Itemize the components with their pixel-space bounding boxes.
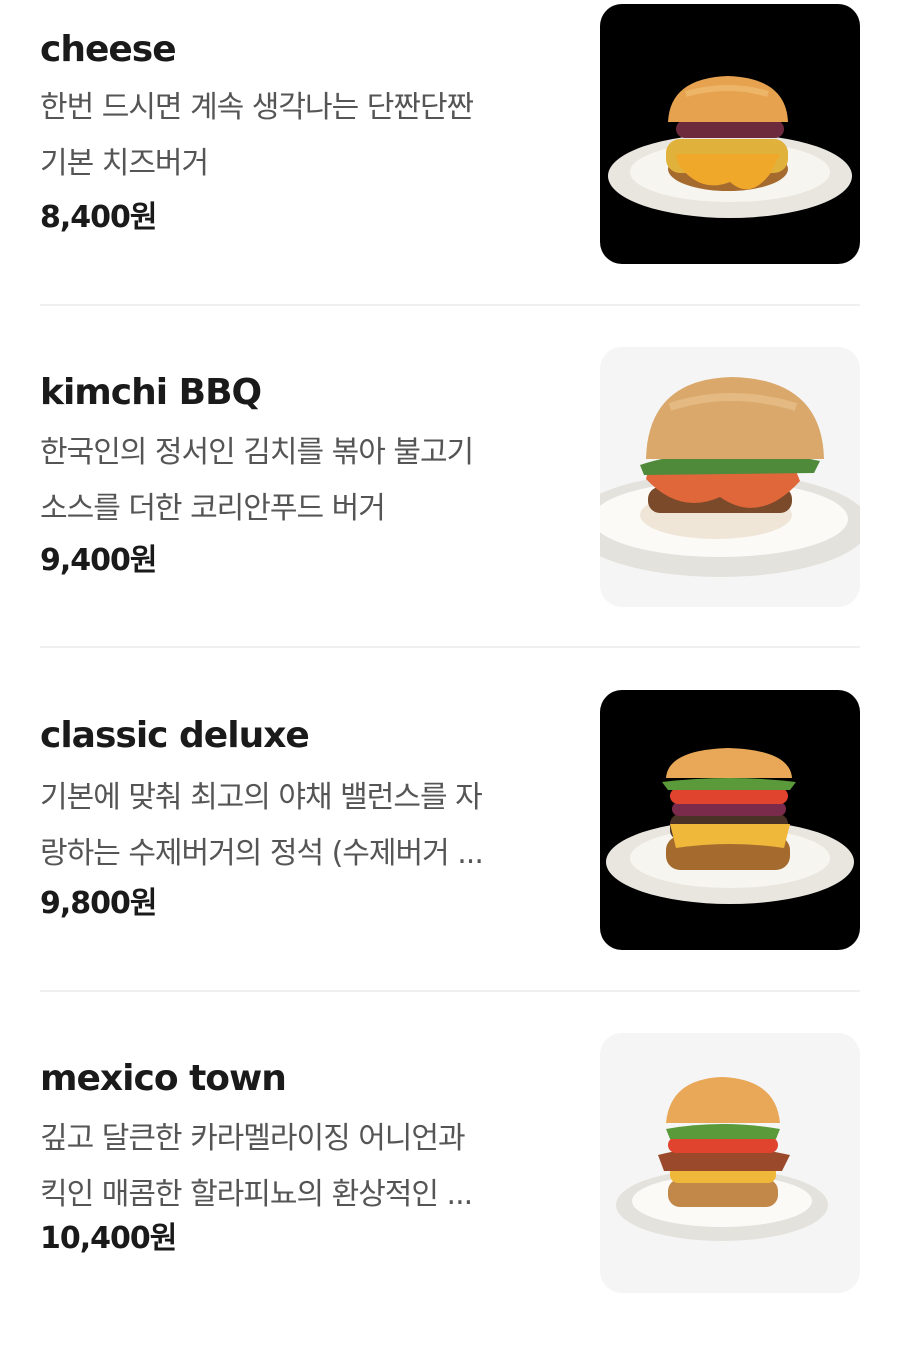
menu-item-mexico-town[interactable]: mexico town 깊고 달큰한 카라멜라이징 어니언과 킥인 매콤한 할라…: [0, 1029, 900, 1372]
menu-item-price: 9,800원: [40, 886, 158, 921]
menu-item-description: 한번 드시면 계속 생각나는 단짠단짠 기본 치즈버거: [40, 80, 560, 192]
menu-item-description: 한국인의 정서인 김치를 볶아 불고기 소스를 더한 코리안푸드 버거: [40, 425, 560, 537]
menu-list: cheese 한번 드시면 계속 생각나는 단짠단짠 기본 치즈버거 8,400…: [0, 0, 900, 1293]
menu-item-kimchi-bbq[interactable]: kimchi BBQ 한국인의 정서인 김치를 볶아 불고기 소스를 더한 코리…: [0, 343, 900, 686]
menu-item-price: 10,400원: [40, 1221, 177, 1256]
mexico-town-burger-photo: [600, 1033, 860, 1293]
menu-item-description: 깊고 달큰한 카라멜라이징 어니언과 킥인 매콤한 할라피뇨의 환상적인 ...: [40, 1111, 560, 1223]
menu-item-price: 9,400원: [40, 543, 158, 578]
menu-item-cheese[interactable]: cheese 한번 드시면 계속 생각나는 단짠단짠 기본 치즈버거 8,400…: [0, 0, 900, 343]
description-line: 기본에 맞춰 최고의 야채 밸런스를 자: [40, 780, 483, 815]
menu-item-name: kimchi BBQ: [40, 372, 262, 413]
description-line: 한번 드시면 계속 생각나는 단짠단짠: [40, 90, 474, 125]
divider: [40, 990, 860, 992]
menu-item-name: mexico town: [40, 1058, 287, 1099]
menu-item-description: 기본에 맞춰 최고의 야채 밸런스를 자 랑하는 수제버거의 정석 (수제버거 …: [40, 770, 560, 882]
description-line: 랑하는 수제버거의 정석 (수제버거 ...: [40, 836, 484, 871]
description-line: 한국인의 정서인 김치를 볶아 불고기: [40, 435, 474, 470]
divider: [40, 646, 860, 648]
description-line: 깊고 달큰한 카라멜라이징 어니언과: [40, 1121, 466, 1156]
menu-item-name: classic deluxe: [40, 715, 310, 756]
description-line: 소스를 더한 코리안푸드 버거: [40, 491, 386, 526]
description-line: 기본 치즈버거: [40, 146, 209, 181]
cheese-burger-photo: [600, 4, 860, 264]
menu-item-classic-deluxe[interactable]: classic deluxe 기본에 맞춰 최고의 야채 밸런스를 자 랑하는 …: [0, 686, 900, 1029]
menu-item-name: cheese: [40, 29, 177, 70]
menu-item-price: 8,400원: [40, 200, 158, 235]
classic-deluxe-burger-photo: [600, 690, 860, 950]
description-line: 킥인 매콤한 할라피뇨의 환상적인 ...: [40, 1177, 473, 1212]
divider: [40, 304, 860, 306]
kimchi-bbq-burger-photo: [600, 347, 860, 607]
